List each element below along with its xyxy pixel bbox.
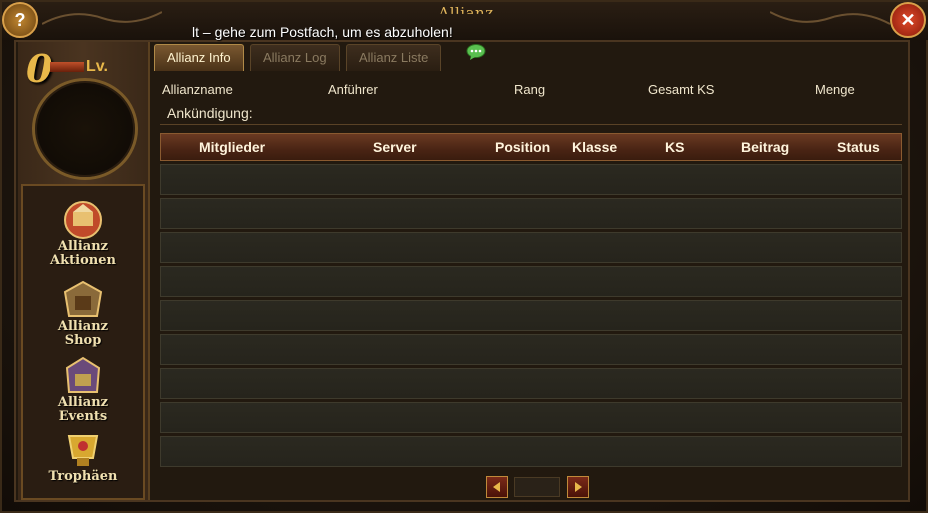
sidebar-item-alliance-events[interactable]: Allianz Events [23,354,143,424]
trophy-icon [67,435,99,466]
alliance-events-icon [65,356,101,393]
next-page-button[interactable] [567,476,589,498]
close-icon: ✕ [900,9,916,30]
members-table-header: Mitglieder Server Position Klasse KS Bei… [160,133,902,161]
divider [160,124,902,125]
table-row[interactable] [160,368,902,399]
alliance-name-label: Allianzname [162,82,233,97]
alliance-emblem[interactable] [32,78,138,180]
table-row[interactable] [160,334,902,365]
table-row[interactable] [160,402,902,433]
sidebar-item-alliance-actions[interactable]: Allianz Aktionen [23,198,143,268]
sidebar-item-label: Allianz Events [57,395,109,424]
table-row[interactable] [160,164,902,195]
level-value: 0 [26,46,53,91]
caret-left-icon [493,482,500,492]
sidebar-item-label: Trophäen [48,469,118,484]
alliance-window: Allianz ? ✕ 0 Lv. Allianz Aktionen Allia… [0,0,928,513]
sidebar-item-trophies[interactable]: Trophäen [23,428,143,484]
level-label: Lv. [86,58,108,75]
column-contribution[interactable]: Beitrag [741,139,789,155]
chat-icon[interactable] [466,44,486,60]
alliance-shop-icon [63,280,103,317]
column-server[interactable]: Server [373,139,417,155]
alliance-actions-icon [64,201,102,239]
previous-page-button[interactable] [486,476,508,498]
sidebar-item-label: Allianz Shop [57,319,109,348]
table-row[interactable] [160,232,902,263]
sidebar-menu: Allianz Aktionen Allianz Shop Allianz Ev… [21,184,145,500]
mail-notice: lt – gehe zum Postfach, um es abzuholen! [192,24,453,40]
column-position[interactable]: Position [495,139,550,155]
sidebar-item-label: Allianz Aktionen [50,239,116,268]
rank-label: Rang [514,82,546,97]
tab-alliance-info[interactable]: Allianz Info [154,44,244,71]
tab-alliance-list[interactable]: Allianz Liste [346,44,442,71]
close-button[interactable]: ✕ [890,2,926,38]
announcement-label: Ankündigung: [167,105,253,121]
page-indicator [514,477,560,497]
column-members[interactable]: Mitglieder [199,139,265,155]
table-row[interactable] [160,300,902,331]
table-row[interactable] [160,436,902,467]
table-row[interactable] [160,198,902,229]
help-button[interactable]: ? [2,2,38,38]
help-icon: ? [14,9,26,30]
table-row[interactable] [160,266,902,297]
column-class[interactable]: Klasse [572,139,617,155]
column-power[interactable]: KS [665,139,684,155]
level-bar [50,62,84,72]
sidebar-item-alliance-shop[interactable]: Allianz Shop [23,278,143,348]
member-count-label: Menge [815,82,855,97]
leader-label: Anführer [328,82,378,97]
total-power-label: Gesamt KS [648,82,715,97]
column-status[interactable]: Status [837,139,880,155]
tab-alliance-log[interactable]: Allianz Log [250,44,340,71]
caret-right-icon [575,482,582,492]
